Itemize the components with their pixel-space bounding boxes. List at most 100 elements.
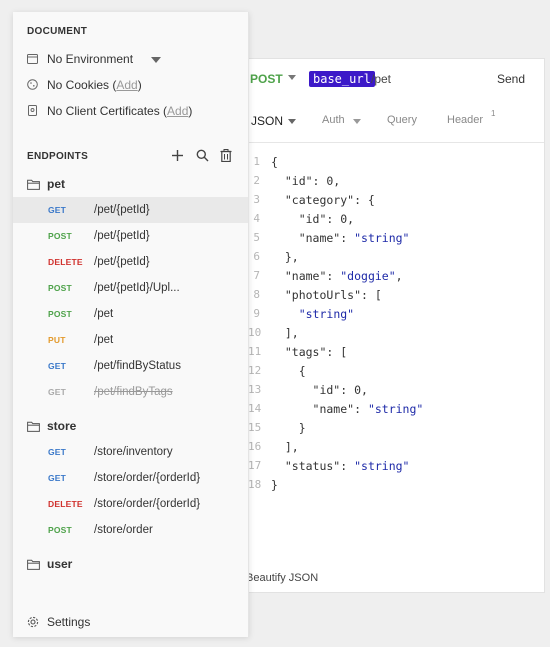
folder-user[interactable]: user (13, 551, 248, 577)
endpoint-item[interactable]: GET/store/order/{orderId} (13, 465, 248, 491)
folder-icon (27, 559, 40, 570)
cookies-label: No Cookies ( (47, 78, 117, 92)
endpoint-item[interactable]: POST/pet (13, 301, 248, 327)
endpoint-path: /store/order/{orderId} (94, 498, 201, 510)
chevron-down-icon[interactable] (151, 57, 161, 63)
endpoint-item[interactable]: POST/pet/{petId}/Upl... (13, 275, 248, 301)
endpoint-path: /pet/{petId} (94, 204, 150, 216)
endpoint-item[interactable]: DELETE/store/order/{orderId} (13, 491, 248, 517)
tab-header[interactable]: Header (447, 114, 483, 126)
folder-icon (27, 421, 40, 432)
line-number: 7 (253, 269, 260, 282)
add-icon[interactable] (171, 149, 184, 162)
header-count-badge: 1 (491, 109, 496, 118)
method-badge: GET (48, 473, 67, 483)
add-cookie-link[interactable]: Add (116, 78, 137, 92)
code-text: } (271, 421, 306, 435)
method-badge: GET (48, 361, 67, 371)
line-number: 5 (253, 231, 260, 244)
method-badge: DELETE (48, 499, 83, 509)
line-number: 3 (253, 193, 260, 206)
endpoint-item[interactable]: POST/pet/{petId} (13, 223, 248, 249)
chevron-down-icon[interactable] (353, 119, 361, 124)
code-text: "name": "string" (271, 402, 424, 416)
line-number: 1 (253, 155, 260, 168)
line-number: 10 (248, 326, 262, 339)
line-number: 8 (253, 288, 260, 301)
code-text: { (271, 364, 306, 378)
line-number: 16 (248, 440, 262, 453)
send-button[interactable]: Send (497, 72, 525, 86)
code-text: } (271, 478, 278, 492)
endpoint-path: /pet/findByStatus (94, 360, 181, 372)
line-number: 18 (248, 478, 262, 491)
certificate-icon (28, 105, 37, 116)
tab-query[interactable]: Query (387, 114, 417, 126)
certificates-label: No Client Certificates ( (47, 104, 168, 118)
cookie-icon (27, 79, 38, 90)
endpoint-item[interactable]: GET/store/inventory (13, 439, 248, 465)
endpoint-path: /pet/findByTags (94, 386, 173, 398)
method-badge: GET (48, 447, 67, 457)
folder-label: pet (47, 177, 65, 191)
sidebar: DOCUMENT No Environment No Cookies (Add)… (13, 12, 249, 637)
method-badge: GET (48, 205, 67, 215)
code-text: "name": "doggie", (271, 269, 403, 283)
cookies-row: No Cookies (Add) (13, 72, 248, 98)
endpoint-item[interactable]: GET/pet/findByStatus (13, 353, 248, 379)
code-text: "id": 0, (271, 174, 341, 188)
tab-auth[interactable]: Auth (322, 114, 345, 126)
folder-pet[interactable]: pet (13, 171, 248, 197)
add-certificate-link[interactable]: Add (167, 104, 188, 118)
endpoint-item[interactable]: POST/store/order (13, 517, 248, 543)
line-number: 2 (253, 174, 260, 187)
folder-icon (27, 179, 40, 190)
endpoint-item[interactable]: GET/pet/{petId} (13, 197, 248, 223)
method-badge: POST (48, 309, 72, 319)
method-badge: POST (48, 231, 72, 241)
folder-label: user (47, 557, 73, 571)
document-section-label: DOCUMENT (27, 26, 88, 37)
code-text: { (271, 155, 278, 169)
environment-label: No Environment (47, 52, 134, 66)
endpoint-item[interactable]: GET/pet/findByTags (13, 379, 248, 405)
folder-store[interactable]: store (13, 413, 248, 439)
calendar-icon (27, 54, 38, 64)
url-path[interactable]: /pet (371, 72, 391, 86)
endpoint-path: /store/order (94, 524, 153, 536)
code-text: "string" (298, 307, 355, 321)
chevron-down-icon[interactable] (288, 119, 296, 124)
gear-icon (27, 616, 39, 628)
endpoint-item[interactable]: DELETE/pet/{petId} (13, 249, 248, 275)
tab-json[interactable]: JSON (251, 114, 283, 128)
line-number: 12 (248, 364, 262, 377)
endpoint-path: /pet (94, 308, 114, 320)
chevron-down-icon[interactable] (288, 75, 296, 80)
base-url-variable[interactable]: base_url (309, 71, 375, 87)
method-selector[interactable]: POST (250, 72, 283, 86)
endpoint-path: /pet/{petId}/Upl... (94, 282, 180, 294)
method-badge: PUT (48, 335, 66, 345)
endpoint-item[interactable]: PUT/pet (13, 327, 248, 353)
environment-selector[interactable]: No Environment (13, 46, 248, 72)
method-badge: DELETE (48, 257, 83, 267)
request-editor: POST base_url /pet Send JSON Auth Query … (200, 58, 545, 593)
code-text: }, (271, 250, 299, 264)
line-number: 6 (253, 250, 260, 263)
code-text: "id": 0, (271, 383, 368, 397)
method-badge: GET (48, 387, 67, 397)
code-text: "photoUrls": [ (271, 288, 382, 302)
endpoint-path: /pet/{petId} (94, 230, 150, 242)
method-badge: POST (48, 525, 72, 535)
code-text: "category": { (271, 193, 375, 207)
code-text: ], (271, 440, 299, 454)
trash-icon[interactable] (220, 149, 232, 162)
code-text: "status": "string" (271, 459, 410, 473)
line-number: 9 (253, 307, 260, 320)
code-text: ], (271, 326, 299, 340)
settings-label: Settings (47, 615, 91, 629)
certificates-suffix: ) (188, 104, 193, 118)
beautify-json-button[interactable]: Beautify JSON (246, 572, 318, 584)
search-icon[interactable] (196, 149, 209, 162)
endpoints-section-label: ENDPOINTS (27, 151, 89, 162)
